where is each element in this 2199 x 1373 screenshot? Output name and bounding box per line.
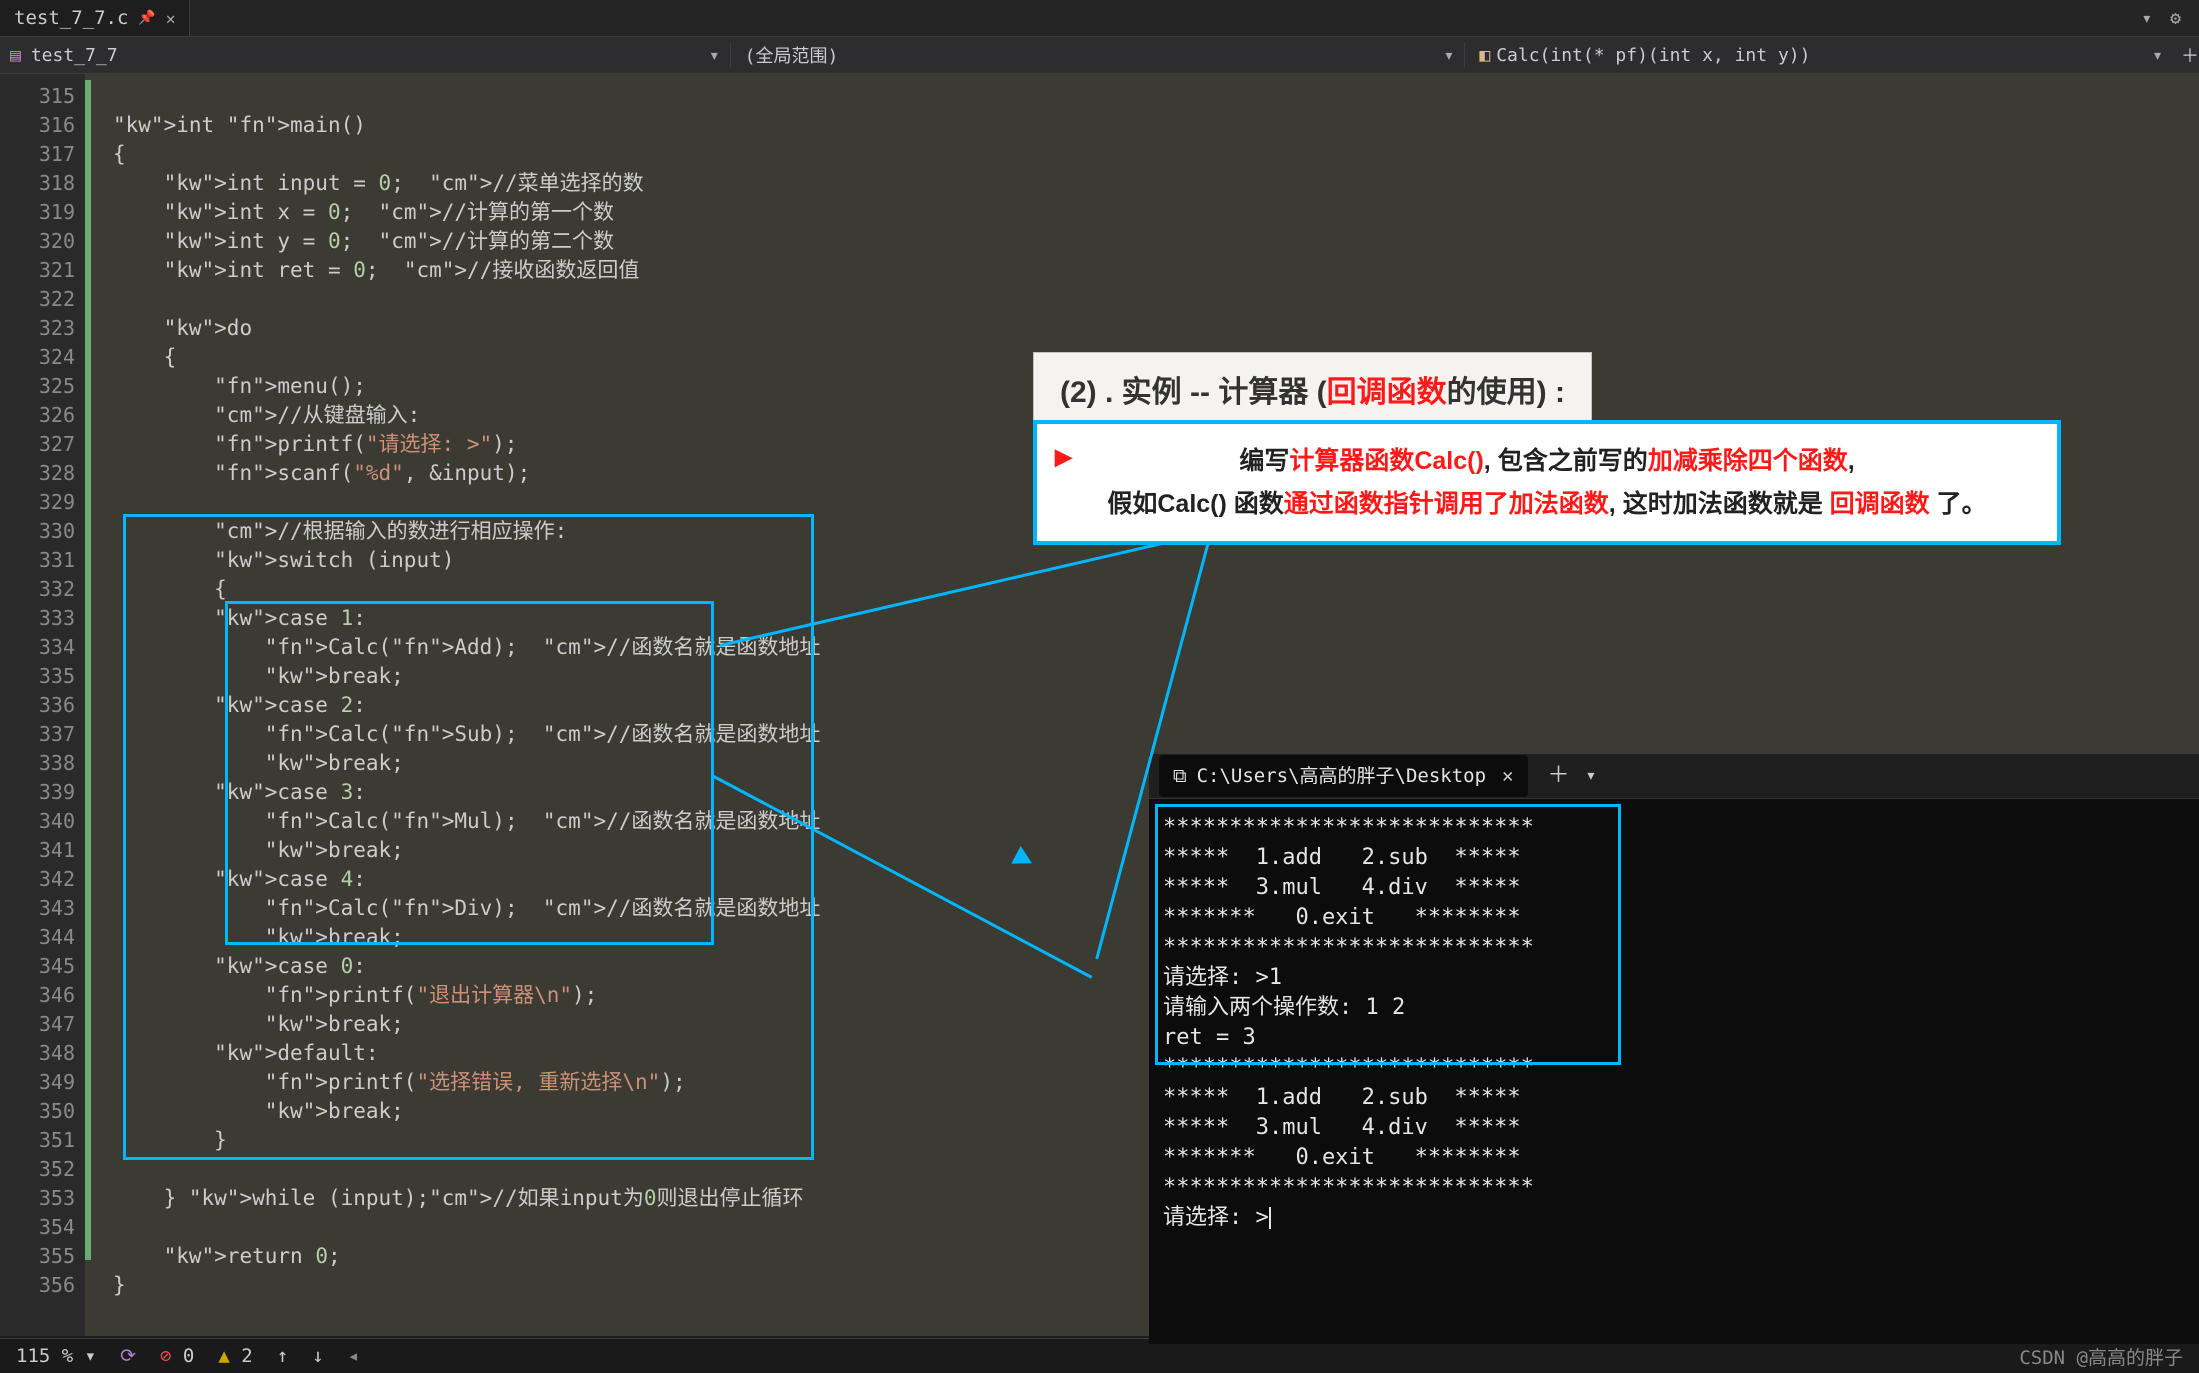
scope-file-label: test_7_7 — [31, 45, 118, 66]
scope-symbol-label: Calc(int(* pf)(int x, int y)) — [1496, 45, 1810, 66]
code-editor[interactable]: 3153163173183193203213223233243253263273… — [0, 74, 2199, 1336]
chevron-down-icon[interactable]: ▾ — [2141, 8, 2152, 29]
chevron-down-icon[interactable]: ▾ — [1580, 761, 1603, 791]
indicator-icon[interactable]: ◂ — [348, 1345, 359, 1367]
zoom-level[interactable]: 115 % ▾ — [16, 1345, 96, 1367]
terminal-titlebar: ⧉ C:\Users\高高的胖子\Desktop ✕ ＋ ▾ — [1149, 754, 2199, 799]
file-tabbar: test_7_7.c 📌 ✕ ▾ ⚙ — [0, 0, 2199, 37]
tab-filename: test_7_7.c — [14, 7, 128, 29]
triangle-marker-icon: ▶ — [1055, 438, 1072, 475]
scope-scope-label: (全局范围) — [745, 42, 839, 68]
sync-icon[interactable]: ⟳ — [120, 1345, 136, 1367]
close-icon[interactable]: ✕ — [1502, 761, 1513, 791]
terminal-icon: ⧉ — [1173, 761, 1187, 791]
pin-icon: 📌 — [138, 10, 155, 26]
close-icon[interactable]: ✕ — [166, 9, 176, 28]
scope-bar: ▤ test_7_7 ▾ (全局范围) ▾ ◧ Calc(int(* pf)(i… — [0, 37, 2199, 74]
plus-icon[interactable]: ＋ — [2173, 42, 2199, 68]
arrow-down-icon[interactable]: ↓ — [312, 1345, 323, 1367]
chevron-down-icon[interactable]: ▾ — [2152, 45, 2173, 66]
terminal-tab-title: C:\Users\高高的胖子\Desktop — [1197, 761, 1486, 791]
file-icon: ▤ — [10, 45, 21, 66]
new-tab-button[interactable]: ＋ — [1538, 761, 1580, 791]
terminal-body[interactable]: **************************** ***** 1.add… — [1149, 799, 2199, 1247]
annotation-description: ▶ 编写计算器函数Calc(), 包含之前写的加减乘除四个函数, 假如Calc(… — [1033, 420, 2061, 545]
scope-file[interactable]: ▤ test_7_7 ▾ — [0, 45, 730, 66]
watermark: CSDN @高高的胖子 — [2019, 1343, 2183, 1370]
chevron-down-icon[interactable]: ▾ — [709, 45, 730, 66]
tabbar-right-controls: ▾ ⚙ — [2141, 8, 2199, 29]
annotation-title: (2) . 实例 -- 计算器 (回调函数的使用) : — [1033, 352, 1592, 426]
line-number-gutter: 3153163173183193203213223233243253263273… — [0, 74, 85, 1336]
warning-count[interactable]: ▲ 2 — [218, 1345, 252, 1367]
chevron-down-icon[interactable]: ▾ — [1444, 45, 1465, 66]
error-count[interactable]: ⊘ 0 — [160, 1345, 194, 1367]
gear-icon[interactable]: ⚙ — [2170, 8, 2181, 29]
cube-icon: ◧ — [1479, 45, 1490, 66]
scope-scope[interactable]: (全局范围) ▾ — [730, 42, 1465, 68]
scope-symbol[interactable]: ◧ Calc(int(* pf)(int x, int y)) ▾ ＋ — [1464, 42, 2199, 68]
arrow-up-icon[interactable]: ↑ — [277, 1345, 288, 1367]
file-tab[interactable]: test_7_7.c 📌 ✕ — [0, 0, 190, 36]
terminal-window: ⧉ C:\Users\高高的胖子\Desktop ✕ ＋ ▾ *********… — [1149, 754, 2199, 1344]
terminal-tab[interactable]: ⧉ C:\Users\高高的胖子\Desktop ✕ — [1159, 755, 1528, 797]
